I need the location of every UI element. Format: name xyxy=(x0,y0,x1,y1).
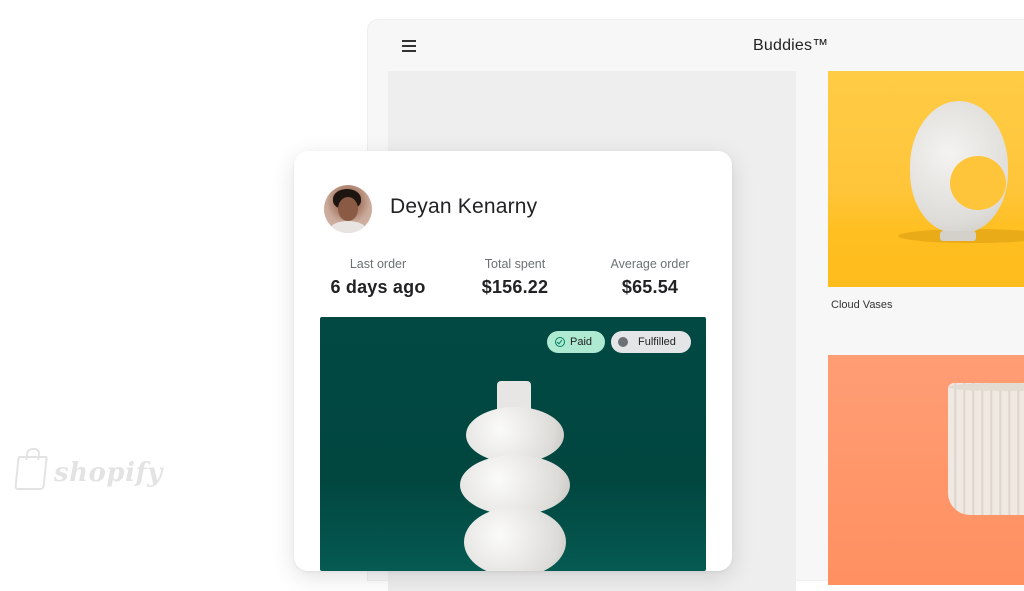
stat-value: $65.54 xyxy=(621,277,679,297)
product-image-ribbed-cup[interactable] xyxy=(828,355,1024,585)
stat-label: Average order xyxy=(610,257,690,271)
stat-average-order: Average order $65.54 xyxy=(600,257,700,298)
stat-label: Last order xyxy=(349,257,407,271)
customer-name: Deyan Kenarny xyxy=(390,195,538,218)
stat-label: Total spent xyxy=(484,257,546,271)
store-header: Buddies™ xyxy=(368,20,1024,72)
product-name[interactable]: Cloud Vases xyxy=(831,299,893,311)
paid-badge: Paid xyxy=(547,331,605,353)
stat-last-order: Last order 6 days ago xyxy=(328,257,428,298)
status-dot-icon xyxy=(618,337,628,347)
avatar xyxy=(324,185,372,233)
check-circle-icon xyxy=(555,337,565,347)
stat-value: $156.22 xyxy=(481,277,549,297)
stat-value: 6 days ago xyxy=(330,277,426,297)
store-title[interactable]: Buddies™ xyxy=(753,37,828,55)
ribbed-cup-image xyxy=(948,383,1024,515)
order-product-image: Paid Fulfilled xyxy=(320,317,706,571)
shopify-wordmark: shopify xyxy=(54,458,163,488)
tiered-vase-image xyxy=(460,381,570,571)
fulfilled-badge-label: Fulfilled xyxy=(638,336,676,348)
shopify-bag-icon xyxy=(14,456,48,490)
donut-vase-image xyxy=(910,101,1008,233)
fulfilled-badge: Fulfilled xyxy=(611,331,691,353)
hamburger-menu-icon[interactable] xyxy=(402,40,416,52)
customer-card: Deyan Kenarny Last order 6 days ago Tota… xyxy=(294,151,732,571)
stat-total-spent: Total spent $156.22 xyxy=(465,257,565,298)
shopify-logo: shopify xyxy=(14,456,163,490)
paid-badge-label: Paid xyxy=(570,336,593,348)
product-image-cloud-vases[interactable] xyxy=(828,71,1024,287)
